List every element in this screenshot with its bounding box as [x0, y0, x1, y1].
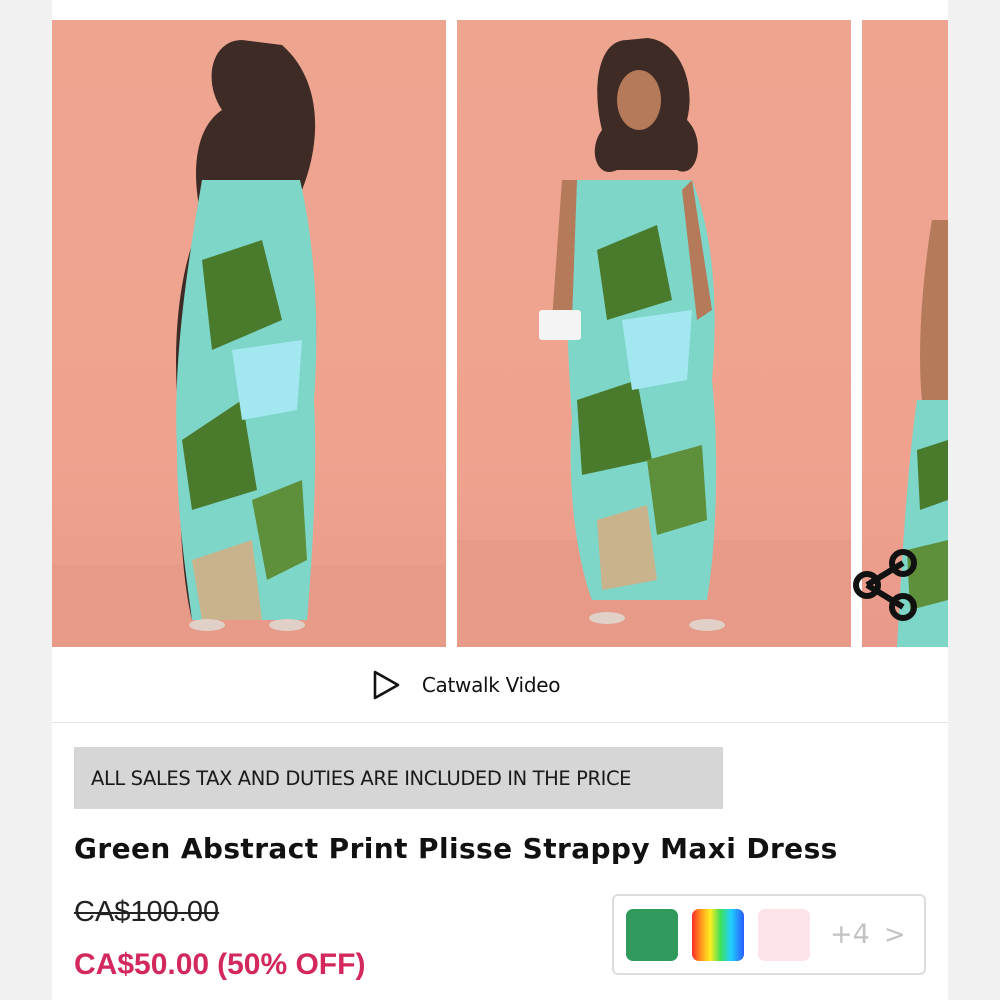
color-swatch-pink[interactable] [758, 908, 810, 961]
discount-label: (50% OFF) [217, 948, 366, 981]
more-colors-count[interactable]: +4 [830, 919, 870, 950]
product-image-back[interactable] [52, 20, 446, 647]
image-gallery[interactable] [52, 20, 948, 647]
color-selector: +4 > [612, 894, 926, 975]
original-price: CA$100.00 [74, 896, 220, 928]
tax-info-banner: ALL SALES TAX AND DUTIES ARE INCLUDED IN… [74, 747, 723, 809]
catwalk-video-label: Catwalk Video [421, 672, 561, 697]
sale-price-row: CA$50.00 (50% OFF) [74, 948, 365, 982]
share-icon[interactable] [847, 547, 923, 623]
tax-info-text: ALL SALES TAX AND DUTIES ARE INCLUDED IN… [91, 766, 632, 790]
sale-price: CA$50.00 [74, 948, 210, 981]
chevron-right-icon[interactable]: > [884, 920, 906, 950]
play-icon [373, 670, 400, 699]
product-title: Green Abstract Print Plisse Strappy Maxi… [74, 832, 838, 865]
color-swatch-green[interactable] [626, 908, 678, 961]
product-image-front[interactable] [457, 20, 851, 647]
product-page: Catwalk Video ALL SALES TAX AND DUTIES A… [52, 0, 948, 1000]
catwalk-video-button[interactable]: Catwalk Video [52, 647, 948, 723]
color-swatch-multicolor[interactable] [692, 908, 744, 961]
